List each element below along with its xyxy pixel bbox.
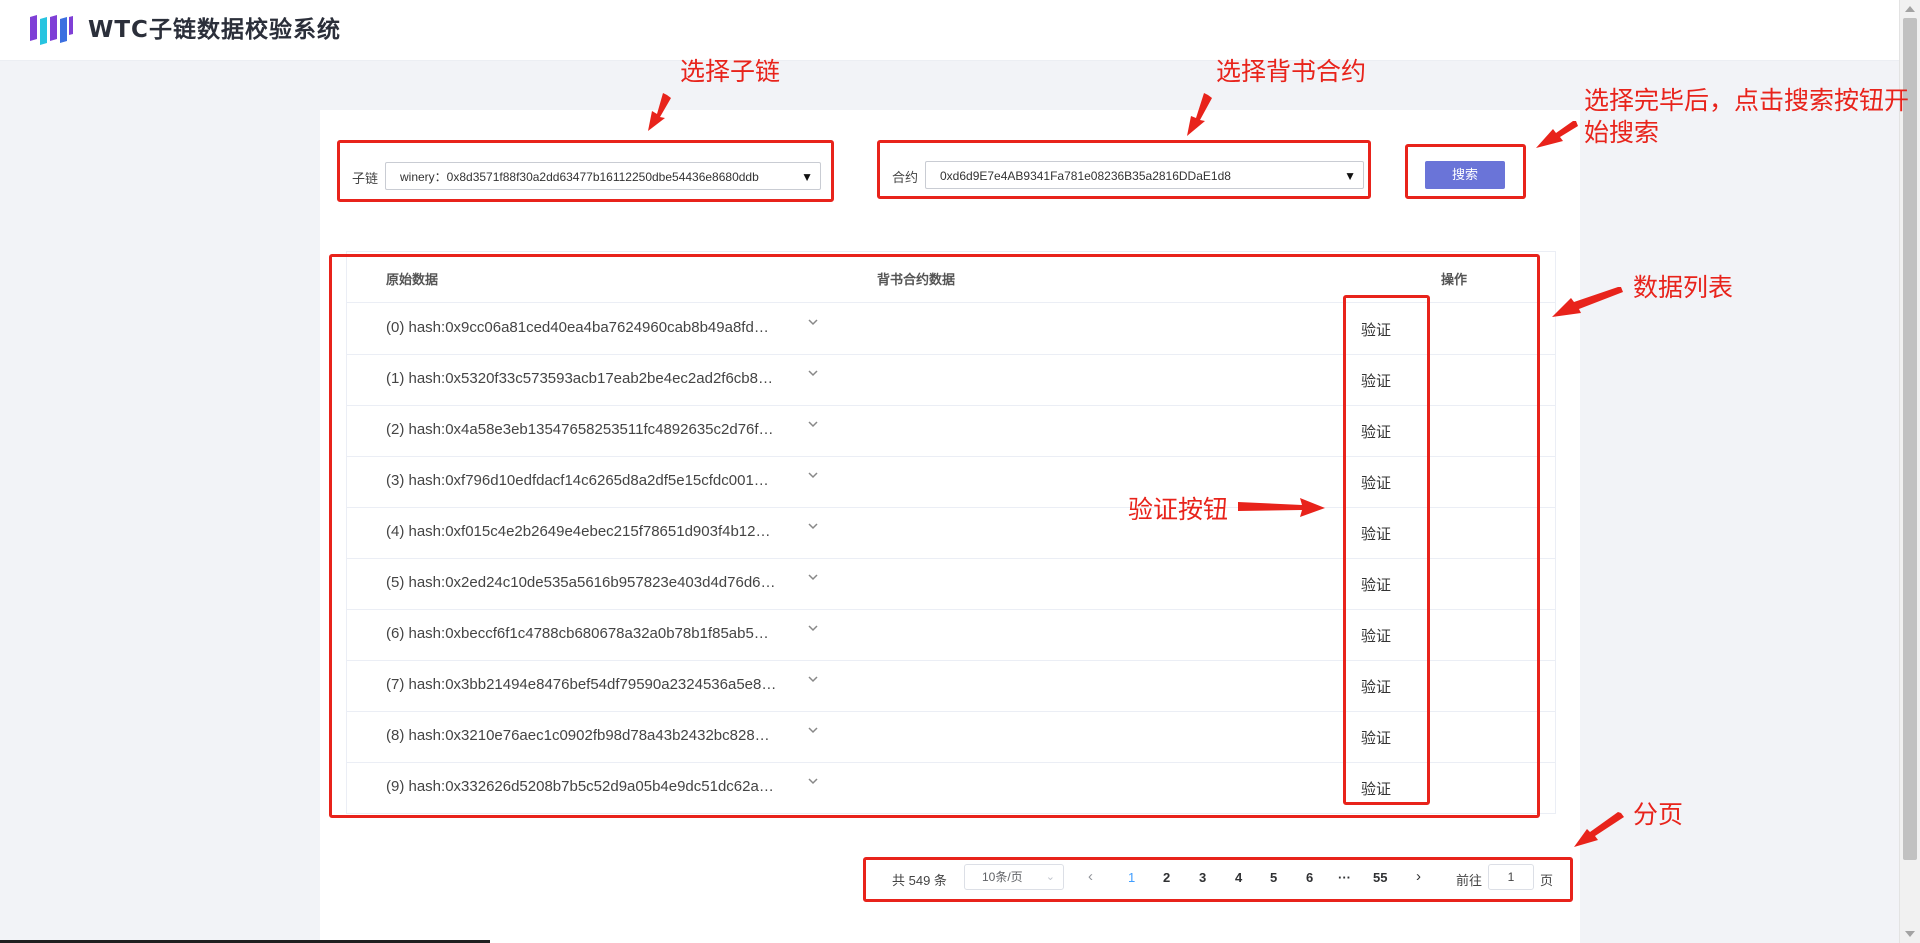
scroll-thumb[interactable] <box>1903 18 1917 860</box>
arrow-to-table-icon <box>1552 287 1623 317</box>
page-scrollbar[interactable] <box>1899 0 1920 943</box>
scroll-up-arrow-icon[interactable] <box>1905 6 1915 12</box>
arrow-to-subchain-icon <box>648 93 671 131</box>
scroll-down-arrow-icon[interactable] <box>1905 931 1915 937</box>
arrow-to-search-icon <box>1536 121 1578 148</box>
arrow-to-contract-icon <box>1187 93 1212 136</box>
arrow-to-pagination-icon <box>1574 812 1624 847</box>
annotation-arrows <box>648 93 1624 847</box>
arrow-to-verify-column-icon <box>1238 498 1325 517</box>
